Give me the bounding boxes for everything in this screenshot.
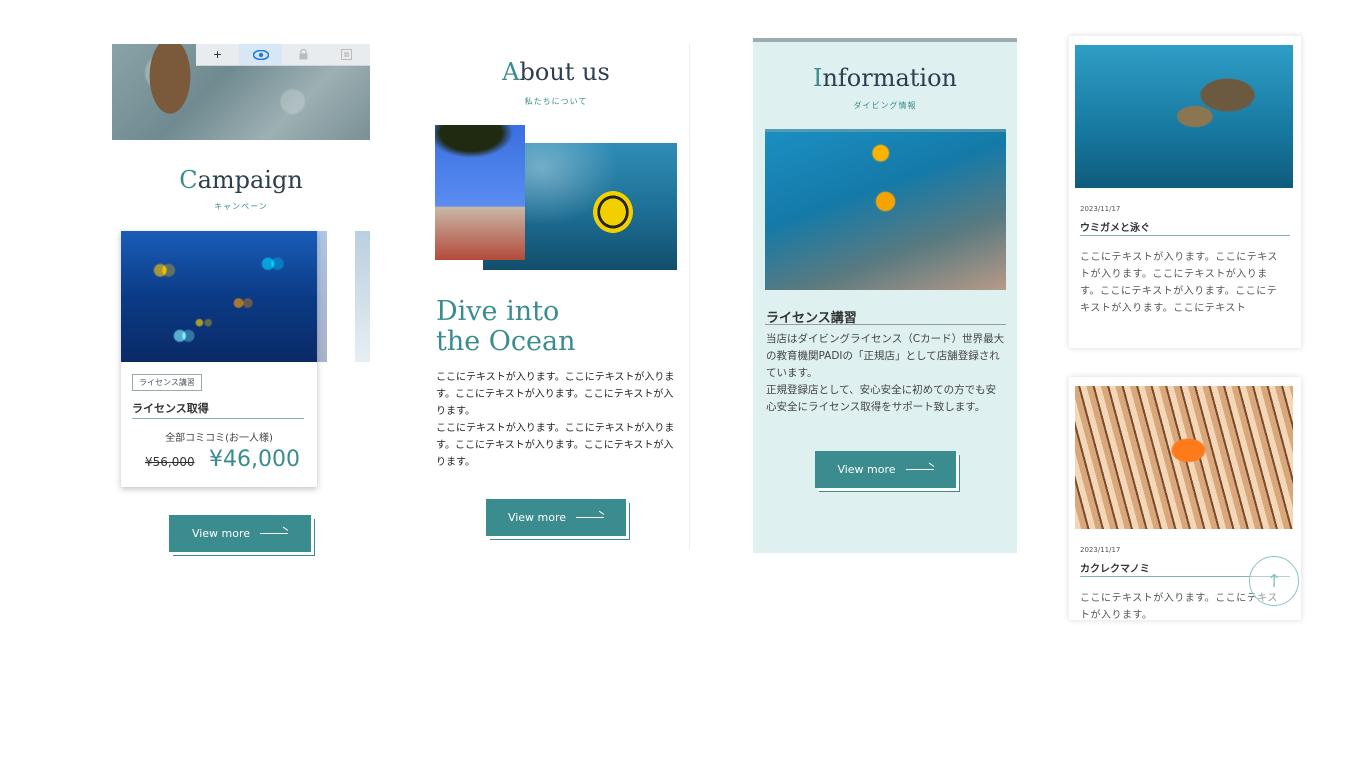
campaign-card[interactable]: ライセンス講習 ライセンス取得 全部コミコミ(お一人様) ¥56,000 ¥46… bbox=[121, 231, 327, 487]
column-divider bbox=[689, 44, 690, 549]
campaign-card-name: ライセンス取得 bbox=[132, 402, 209, 415]
about-view-more-button[interactable]: View more bbox=[486, 499, 626, 536]
arrow-right-icon bbox=[905, 469, 934, 470]
information-title: Information bbox=[753, 64, 1017, 92]
about-image-rooftop bbox=[435, 125, 525, 260]
news-title: カクレクマノミ bbox=[1080, 564, 1150, 575]
news-card[interactable]: 2023/11/17 ウミガメと泳ぐ ここにテキストが入ります。ここにテキストが… bbox=[1069, 36, 1301, 348]
about-view-more-label: View more bbox=[507, 511, 567, 524]
about-title-cap: A bbox=[502, 58, 520, 86]
about-title-rest: bout us bbox=[519, 58, 610, 86]
tree-shape bbox=[435, 125, 525, 165]
campaign-card-next[interactable] bbox=[355, 231, 370, 487]
news-title: ウミガメと泳ぐ bbox=[1080, 223, 1150, 234]
campaign-card-plan: 全部コミコミ(お一人様) bbox=[165, 433, 273, 444]
campaign-tag: ライセンス講習 bbox=[132, 374, 202, 391]
news-body: ここにテキストが入ります。ここにテキストが入ります。ここにテキストが入ります。こ… bbox=[1080, 252, 1278, 314]
image-toolbar: + bbox=[196, 44, 370, 66]
information-title-rest: nformation bbox=[822, 64, 958, 92]
image-icon-svg bbox=[341, 49, 352, 60]
information-view-more-row: View more bbox=[837, 463, 934, 476]
campaign-old-price: ¥56,000 bbox=[145, 455, 195, 469]
campaign-title-rest: ampaign bbox=[197, 166, 303, 194]
campaign-new-price: ¥46,000 bbox=[209, 447, 300, 472]
arrow-right-icon bbox=[260, 533, 289, 534]
campaign-view-more-button[interactable]: View more bbox=[169, 515, 311, 552]
information-image bbox=[765, 129, 1006, 290]
news-date: 2023/11/17 bbox=[1080, 205, 1121, 213]
information-view-more-button[interactable]: View more bbox=[815, 451, 956, 488]
information-divider bbox=[765, 324, 1006, 325]
butterflyfish-shape bbox=[593, 191, 633, 233]
image-icon[interactable] bbox=[325, 44, 368, 65]
lock-icon[interactable] bbox=[282, 44, 325, 65]
image-edge bbox=[765, 129, 1006, 132]
campaign-title: Campaign bbox=[112, 166, 370, 194]
news-card-image bbox=[1075, 386, 1293, 529]
campaign-card-image-ghost bbox=[129, 231, 327, 362]
scroll-top-button[interactable]: ↑ bbox=[1249, 556, 1299, 606]
campaign-card-next-image bbox=[355, 231, 370, 362]
turtle-shape bbox=[144, 44, 196, 124]
news-card-image bbox=[1075, 45, 1293, 188]
about-headline: Dive into the Ocean bbox=[436, 297, 676, 357]
lock-icon-svg bbox=[299, 49, 308, 60]
about-body-text: ここにテキストが入ります。ここにテキストが入ります。ここにテキストが入ります。こ… bbox=[436, 372, 675, 468]
information-view-more-label: View more bbox=[837, 463, 896, 476]
arrow-up-icon: ↑ bbox=[1266, 570, 1282, 592]
information-subtitle: ダイビング情報 bbox=[853, 101, 917, 110]
campaign-view-more-label: View more bbox=[191, 527, 251, 540]
about-headline-line2: the Ocean bbox=[436, 326, 576, 357]
campaign-card-divider bbox=[132, 418, 304, 419]
plus-icon[interactable]: + bbox=[196, 44, 239, 65]
about-headline-line1: Dive into bbox=[436, 296, 560, 327]
news-divider bbox=[1080, 235, 1290, 236]
eye-icon[interactable] bbox=[239, 44, 282, 65]
campaign-subtitle: キャンペーン bbox=[214, 202, 268, 211]
about-subtitle: 私たちについて bbox=[524, 97, 588, 106]
information-body-text: 当店はダイビングライセンス（Cカード）世界最大の教育機関PADIの「正規店」とし… bbox=[766, 333, 1005, 413]
news-date: 2023/11/17 bbox=[1080, 546, 1121, 554]
about-title: About us bbox=[435, 58, 677, 86]
campaign-title-cap: C bbox=[179, 166, 198, 194]
eye-icon-svg bbox=[252, 49, 269, 60]
arrow-right-icon bbox=[576, 517, 605, 518]
